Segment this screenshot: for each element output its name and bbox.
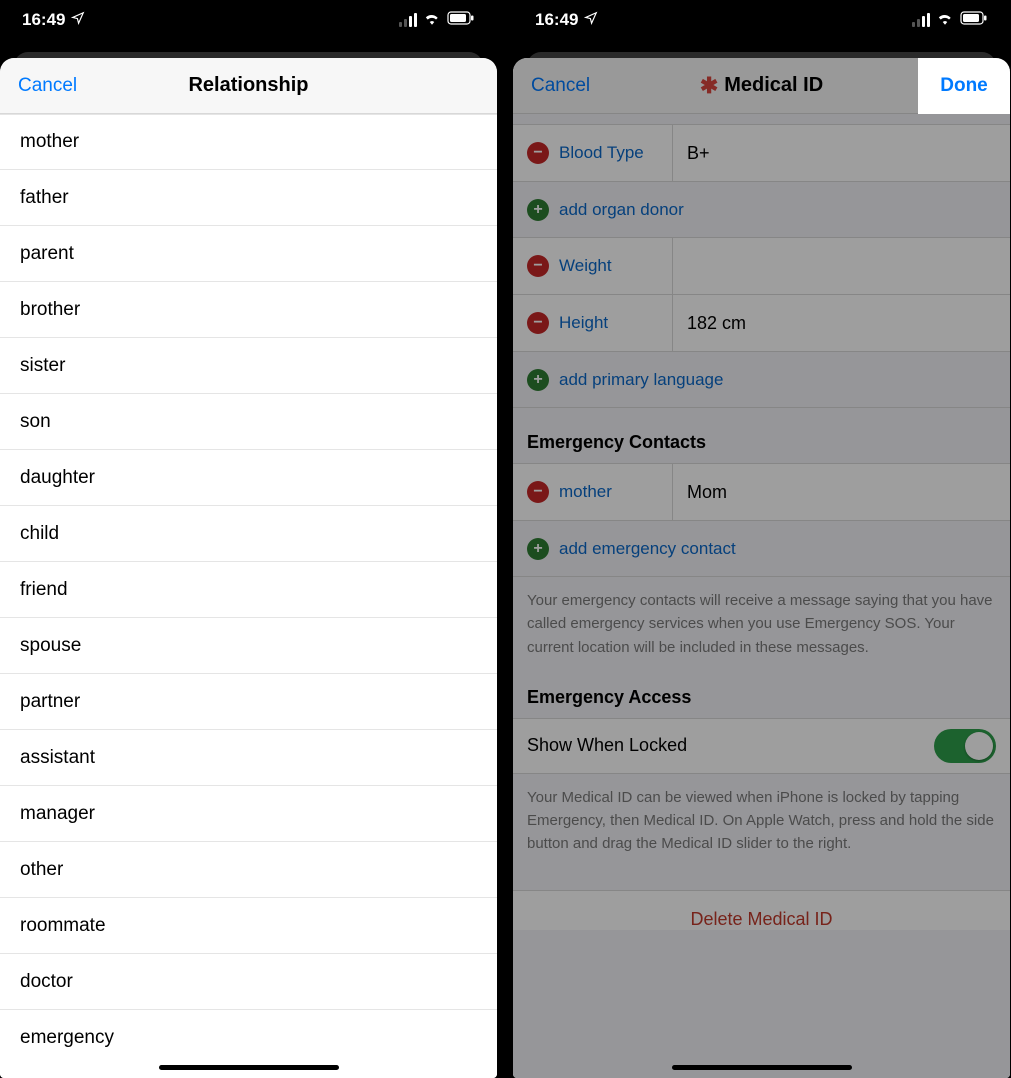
list-item-label: assistant [20, 747, 95, 769]
list-item-label: partner [20, 691, 80, 713]
list-item-label: father [20, 187, 69, 209]
list-item[interactable]: child [0, 506, 497, 562]
list-item[interactable]: partner [0, 674, 497, 730]
wifi-icon [423, 10, 441, 30]
remove-icon[interactable]: − [527, 142, 549, 164]
cancel-button[interactable]: Cancel [18, 75, 77, 97]
blood-type-value[interactable]: B+ [673, 143, 1010, 164]
height-label: Height [559, 313, 608, 333]
list-item[interactable]: assistant [0, 730, 497, 786]
status-time: 16:49 [22, 10, 65, 30]
list-item[interactable]: spouse [0, 618, 497, 674]
list-item-label: child [20, 523, 59, 545]
medical-id-sheet: Cancel ✱ Medical ID Done − Blood Type B+… [513, 58, 1010, 1078]
phone-right-medical-id: 16:49 Cancel ✱ Medical ID Done [513, 0, 1010, 1078]
battery-icon [960, 10, 988, 30]
list-item-label: daughter [20, 467, 95, 489]
list-item-label: friend [20, 579, 68, 601]
list-item[interactable]: daughter [0, 450, 497, 506]
blood-type-row[interactable]: − Blood Type B+ [513, 124, 1010, 182]
cellular-signal-icon [399, 13, 417, 27]
list-item[interactable]: father [0, 170, 497, 226]
remove-icon[interactable]: − [527, 312, 549, 334]
emergency-access-footer: Your Medical ID can be viewed when iPhon… [513, 774, 1010, 860]
list-item[interactable]: brother [0, 282, 497, 338]
list-item-label: roommate [20, 915, 106, 937]
add-emergency-contact-label: add emergency contact [559, 539, 736, 559]
height-value[interactable]: 182 cm [673, 313, 1010, 334]
wifi-icon [936, 10, 954, 30]
medical-id-body[interactable]: − Blood Type B+ + add organ donor − Weig… [513, 114, 1010, 1078]
add-primary-language-label: add primary language [559, 370, 723, 390]
list-item[interactable]: son [0, 394, 497, 450]
relationship-sheet: Cancel Relationship mother father parent… [0, 58, 497, 1078]
list-item[interactable]: other [0, 842, 497, 898]
list-item-label: other [20, 859, 63, 881]
done-button[interactable]: Done [918, 58, 1010, 114]
contact-name[interactable]: Mom [673, 482, 1010, 503]
battery-icon [447, 10, 475, 30]
weight-row[interactable]: − Weight [513, 238, 1010, 295]
list-item-label: parent [20, 243, 74, 265]
height-row[interactable]: − Height 182 cm [513, 295, 1010, 352]
list-item-label: doctor [20, 971, 73, 993]
status-bar: 16:49 [0, 0, 497, 40]
list-item-label: spouse [20, 635, 81, 657]
delete-medical-id-button[interactable]: Delete Medical ID [513, 890, 1010, 930]
sheet-title-text: Medical ID [724, 74, 823, 97]
add-primary-language-row[interactable]: + add primary language [513, 352, 1010, 408]
add-icon[interactable]: + [527, 538, 549, 560]
emergency-contacts-title: Emergency Contacts [513, 408, 1010, 463]
emergency-access-title: Emergency Access [513, 663, 1010, 718]
list-item[interactable]: parent [0, 226, 497, 282]
list-item-label: sister [20, 355, 65, 377]
show-when-locked-label: Show When Locked [527, 735, 687, 756]
cellular-signal-icon [912, 13, 930, 27]
list-item-label: brother [20, 299, 80, 321]
emergency-contacts-footer: Your emergency contacts will receive a m… [513, 577, 1010, 663]
weight-label: Weight [559, 256, 612, 276]
add-organ-donor-row[interactable]: + add organ donor [513, 182, 1010, 238]
status-time: 16:49 [535, 10, 578, 30]
relationship-list[interactable]: mother father parent brother sister son … [0, 114, 497, 1078]
list-item[interactable]: manager [0, 786, 497, 842]
home-indicator[interactable] [672, 1065, 852, 1070]
list-item-label: emergency [20, 1027, 114, 1049]
phone-left-relationship: 16:49 Cancel Relationship mother father [0, 0, 497, 1078]
add-icon[interactable]: + [527, 199, 549, 221]
list-item[interactable]: mother [0, 114, 497, 170]
location-icon [584, 10, 598, 30]
show-when-locked-row[interactable]: Show When Locked [513, 718, 1010, 774]
sheet-title: ✱ Medical ID [700, 73, 823, 99]
emergency-contact-row[interactable]: − mother Mom [513, 463, 1010, 521]
sheet-header: Cancel Relationship [0, 58, 497, 114]
remove-icon[interactable]: − [527, 481, 549, 503]
list-item[interactable]: doctor [0, 954, 497, 1010]
remove-icon[interactable]: − [527, 255, 549, 277]
list-item-label: son [20, 411, 51, 433]
medical-asterisk-icon: ✱ [700, 73, 718, 99]
contact-relationship: mother [559, 482, 612, 502]
home-indicator[interactable] [159, 1065, 339, 1070]
cancel-button[interactable]: Cancel [531, 75, 590, 97]
sheet-title: Relationship [188, 74, 308, 97]
list-item-label: mother [20, 131, 79, 153]
blood-type-label: Blood Type [559, 143, 644, 163]
show-when-locked-toggle[interactable] [934, 729, 996, 763]
status-bar: 16:49 [513, 0, 1010, 40]
list-item[interactable]: emergency [0, 1010, 497, 1066]
add-organ-donor-label: add organ donor [559, 200, 684, 220]
add-emergency-contact-row[interactable]: + add emergency contact [513, 521, 1010, 577]
list-item[interactable]: sister [0, 338, 497, 394]
location-icon [71, 10, 85, 30]
list-item[interactable]: roommate [0, 898, 497, 954]
list-item-label: manager [20, 803, 95, 825]
list-item[interactable]: friend [0, 562, 497, 618]
add-icon[interactable]: + [527, 369, 549, 391]
